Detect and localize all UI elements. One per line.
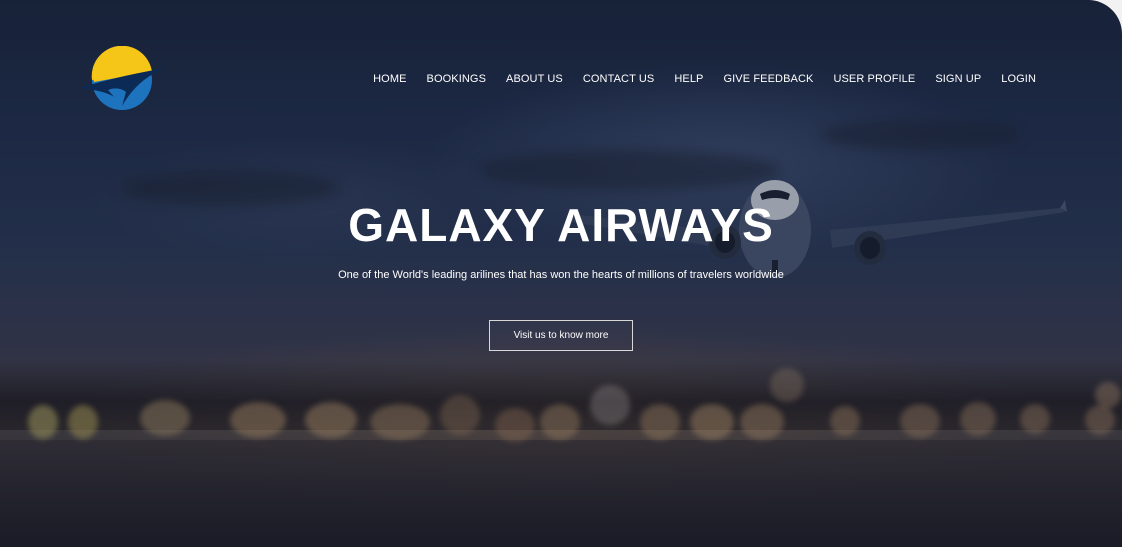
nav-sign-up-link[interactable]: SIGN UP <box>925 72 991 86</box>
nav-bookings-link[interactable]: BOOKINGS <box>417 72 496 86</box>
hero-section: HOME BOOKINGS ABOUT US CONTACT US HELP G… <box>0 0 1122 547</box>
nav-user-profile-link[interactable]: USER PROFILE <box>823 72 925 86</box>
airline-logo-icon[interactable] <box>78 46 170 112</box>
nav-give-feedback-link[interactable]: GIVE FEEDBACK <box>714 72 824 86</box>
visit-us-button[interactable]: Visit us to know more <box>489 320 633 351</box>
nav-about-us-link[interactable]: ABOUT US <box>496 72 573 86</box>
nav-help-link[interactable]: HELP <box>664 72 713 86</box>
nav-home-link[interactable]: HOME <box>363 72 416 86</box>
hero-title: GALAXY AIRWAYS <box>348 199 774 251</box>
hero-subtitle: One of the World's leading arilines that… <box>338 269 784 281</box>
main-nav: HOME BOOKINGS ABOUT US CONTACT US HELP G… <box>363 72 1046 86</box>
nav-login-link[interactable]: LOGIN <box>991 72 1046 86</box>
nav-contact-us-link[interactable]: CONTACT US <box>573 72 665 86</box>
